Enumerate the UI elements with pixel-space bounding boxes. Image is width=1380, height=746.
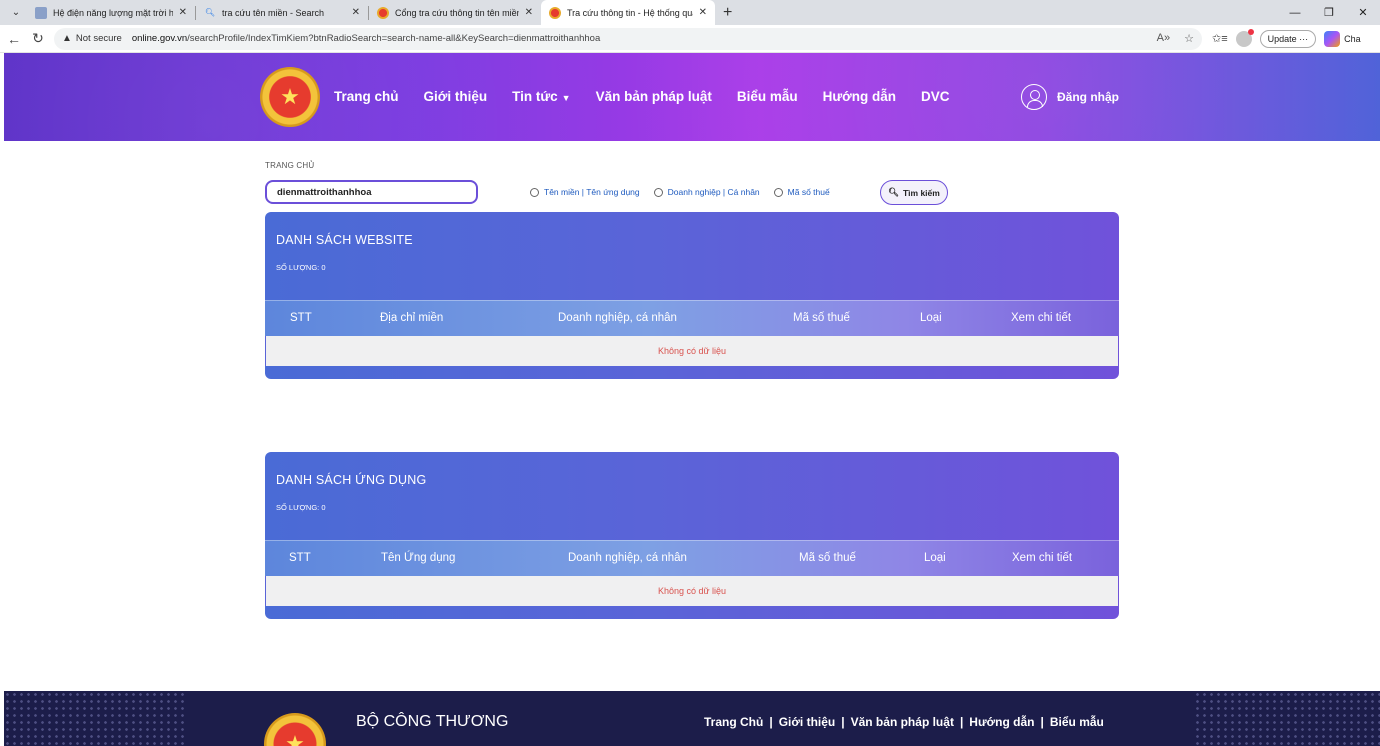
close-tab-icon[interactable]: ✕ <box>525 7 533 18</box>
login-link[interactable]: Đăng nhập <box>1021 84 1119 110</box>
col-header: Xem chi tiết <box>1012 552 1073 564</box>
website-list-title: DANH SÁCH WEBSITE <box>276 233 413 247</box>
app-list-title: DANH SÁCH ỨNG DỤNG <box>276 473 427 487</box>
footer-link-forms[interactable]: Biểu mẫu <box>1050 715 1104 729</box>
new-tab-plus-icon[interactable]: + <box>723 4 739 22</box>
back-arrow-icon[interactable]: ← <box>4 31 24 47</box>
favorite-star-icon[interactable]: ☆ <box>1184 32 1194 45</box>
search-icon: 🔍︎ <box>204 8 216 17</box>
main-nav: Trang chủ Giới thiệu Tin tức ▼ Văn bản ph… <box>334 89 950 104</box>
col-header: Doanh nghiệp, cá nhân <box>568 552 687 564</box>
nav-huong-dan[interactable]: Hướng dẫn <box>823 89 896 104</box>
browser-tab-active[interactable]: Tra cứu thông tin - Hệ thống quả ✕ <box>541 0 715 25</box>
emblem-icon <box>549 6 561 19</box>
website-list-card: DANH SÁCH WEBSITE SỐ LƯỢNG: 0 STT Địa ch… <box>265 212 1119 379</box>
caret-down-icon: ▼ <box>561 93 571 103</box>
read-aloud-icon[interactable]: A» <box>1157 32 1170 45</box>
footer-link-about[interactable]: Giới thiệu <box>779 715 836 729</box>
footer-link-home[interactable]: Trang Chủ <box>704 715 763 729</box>
close-tab-icon[interactable]: ✕ <box>699 7 707 18</box>
reload-icon[interactable]: ↻ <box>28 30 48 47</box>
radio-domain-app[interactable]: Tên miền | Tên ứng dụng <box>530 187 640 197</box>
browser-tab-bar: ⌄ Hệ điện năng lượng mặt trời hóa ✕ 🔍︎ t… <box>0 0 1380 25</box>
website-count: SỐ LƯỢNG: 0 <box>276 263 326 272</box>
app-empty-row: Không có dữ liệu <box>265 576 1119 606</box>
update-button[interactable]: Update ··· <box>1259 29 1317 48</box>
col-header: Mã số thuế <box>799 552 856 564</box>
col-header: STT <box>289 552 311 564</box>
col-header: Địa chỉ miền <box>380 312 444 324</box>
close-tab-icon[interactable]: ✕ <box>179 7 187 18</box>
app-count: SỐ LƯỢNG: 0 <box>276 503 326 512</box>
col-header: Loại <box>920 312 942 324</box>
nav-dvc[interactable]: DVC <box>921 89 950 104</box>
copilot-label: Cha <box>1344 33 1361 44</box>
radio-tax-code[interactable]: Mã số thuế <box>773 187 830 197</box>
user-circle-icon <box>1021 84 1047 110</box>
col-header: Tên Ứng dụng <box>381 552 456 564</box>
url-field[interactable]: ▲ Not secure online.gov.vn/searchProfile… <box>54 27 1202 50</box>
page-content: ★ Trang chủ Giới thiệu Tin tức ▼ Văn bản … <box>0 53 1380 746</box>
col-header: Doanh nghiệp, cá nhân <box>558 312 677 324</box>
minimize-icon[interactable]: — <box>1278 7 1312 19</box>
nav-bieu-mau[interactable]: Biểu mẫu <box>737 89 798 104</box>
national-emblem-logo[interactable]: ★ <box>260 67 320 127</box>
close-window-icon[interactable]: ✕ <box>1346 6 1380 19</box>
app-list-card: DANH SÁCH ỨNG DỤNG SỐ LƯỢNG: 0 STT Tên Ứ… <box>265 452 1119 619</box>
nav-tin-tuc[interactable]: Tin tức ▼ <box>512 89 570 104</box>
copilot-icon[interactable] <box>1324 30 1341 47</box>
nav-gioi-thieu[interactable]: Giới thiệu <box>424 89 488 104</box>
tab-actions-chevron-icon[interactable]: ⌄ <box>5 2 27 24</box>
emblem-icon <box>377 6 389 19</box>
restore-icon[interactable]: ❐ <box>1312 6 1346 19</box>
website-empty-row: Không có dữ liệu <box>265 336 1119 366</box>
browser-tab[interactable]: Hệ điện năng lượng mặt trời hóa ✕ <box>27 0 195 25</box>
col-header: Mã số thuế <box>793 312 850 324</box>
address-bar-row: ← ↻ ▲ Not secure online.gov.vn/searchPro… <box>0 25 1380 53</box>
site-footer: ★ BỘ CÔNG THƯƠNG Trang Chủ | Giới thiệu | … <box>4 691 1380 746</box>
app-table-header: STT Tên Ứng dụng Doanh nghiệp, cá nhân M… <box>265 540 1119 576</box>
nav-van-ban-phap-luat[interactable]: Văn bản pháp luật <box>596 89 712 104</box>
footer-link-guide[interactable]: Hướng dẫn <box>969 715 1034 729</box>
footer-org-name: BỘ CÔNG THƯƠNG <box>356 713 509 730</box>
nav-trang-chu[interactable]: Trang chủ <box>334 89 399 104</box>
magnifier-icon: 🔍︎ <box>888 187 899 197</box>
footer-links: Trang Chủ | Giới thiệu | Văn bản pháp luật… <box>704 715 1104 729</box>
breadcrumb[interactable]: TRANG CHỦ <box>265 161 314 170</box>
website-table-header: STT Địa chỉ miền Doanh nghiệp, cá nhân M… <box>265 300 1119 336</box>
window-controls: — ❐ ✕ <box>1278 0 1380 25</box>
radio-company-person[interactable]: Doanh nghiệp | Cá nhân <box>653 187 760 197</box>
profile-avatar-icon[interactable] <box>1235 28 1254 47</box>
search-button[interactable]: 🔍︎ Tìm kiếm <box>880 180 948 205</box>
image-icon <box>35 6 47 19</box>
search-type-radios: Tên miền | Tên ứng dụng Doanh nghiệp | C… <box>530 187 830 197</box>
url-text: online.gov.vn/searchProfile/IndexTimKiem… <box>131 33 601 44</box>
favorites-list-icon[interactable]: ✩≡ <box>1212 32 1228 45</box>
col-header: Xem chi tiết <box>1011 312 1072 324</box>
browser-tab[interactable]: 🔍︎ tra cứu tên miền - Search ✕ <box>196 0 368 25</box>
col-header: STT <box>290 312 312 324</box>
not-secure-label: Not secure <box>75 33 122 44</box>
browser-tab[interactable]: Cổng tra cứu thông tin tên miền ✕ <box>369 0 541 25</box>
close-tab-icon[interactable]: ✕ <box>352 7 360 18</box>
footer-link-legal[interactable]: Văn bản pháp luật <box>851 715 954 729</box>
warning-icon: ▲ <box>62 33 72 44</box>
col-header: Loại <box>924 552 946 564</box>
search-input[interactable] <box>265 180 478 204</box>
